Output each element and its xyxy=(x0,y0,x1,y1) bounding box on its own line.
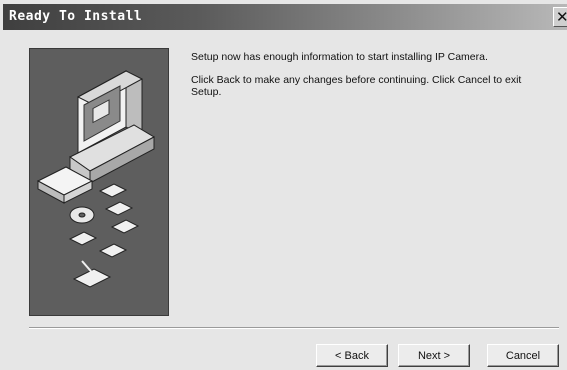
close-button[interactable]: ✕ xyxy=(553,7,567,27)
close-icon: ✕ xyxy=(556,8,567,26)
installer-dialog: Ready To Install ✕ xyxy=(0,0,567,370)
back-button[interactable]: < Back xyxy=(316,344,388,367)
next-button[interactable]: Next > xyxy=(398,344,470,367)
window-title: Ready To Install xyxy=(9,9,143,24)
cancel-button[interactable]: Cancel xyxy=(487,344,559,367)
title-bar[interactable]: Ready To Install ✕ xyxy=(3,4,567,30)
setup-illustration xyxy=(29,48,169,316)
computer-disks-icon xyxy=(36,70,156,288)
instruction-text: Click Back to make any changes before co… xyxy=(191,74,522,98)
install-message: Setup now has enough information to star… xyxy=(191,51,551,109)
footer-divider xyxy=(29,327,559,329)
ready-text: Setup now has enough information to star… xyxy=(191,51,488,63)
